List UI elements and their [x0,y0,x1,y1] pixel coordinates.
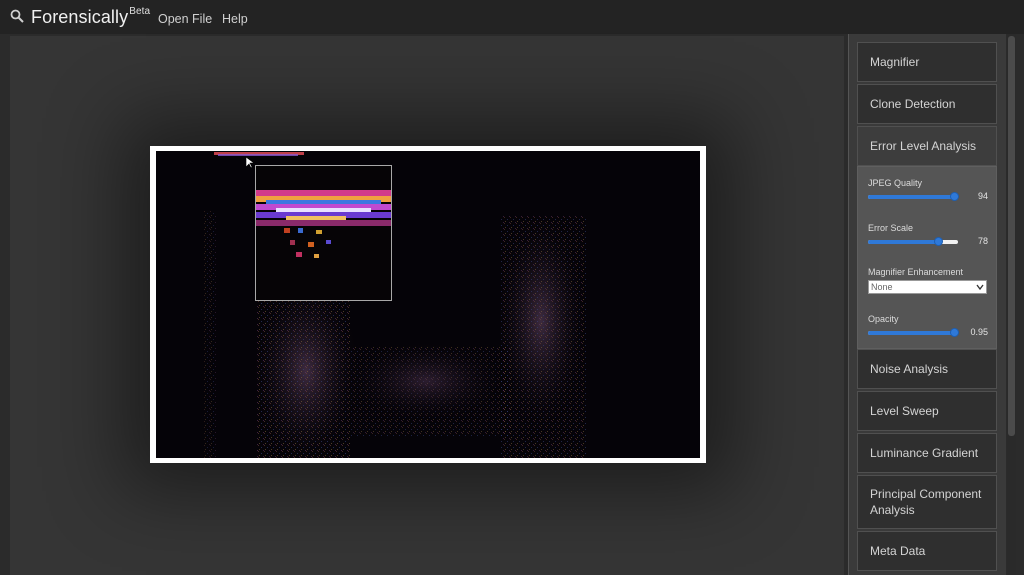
meta-data-label: Meta Data [870,544,926,558]
sidebar-scrollbar[interactable] [1007,34,1016,575]
image-frame [150,146,706,463]
jpeg-quality-label: JPEG Quality [868,178,923,188]
chevron-down-icon [976,284,984,291]
magnifier-lens [255,165,392,301]
jpeg-quality-thumb[interactable] [950,192,959,201]
magnifier-label: Magnifier [870,55,920,69]
cursor-arrow-icon [246,157,254,169]
meta-data-button[interactable]: Meta Data [857,531,997,571]
ela-settings-panel: JPEG Quality 94 Error Scale 78 Magnifier… [857,166,997,349]
opacity-thumb[interactable] [950,328,959,337]
open-file-link[interactable]: Open File [158,12,212,26]
jpeg-quality-value: 94 [977,191,988,201]
jpeg-quality-fill [868,195,954,199]
principal-component-analysis-button[interactable]: Principal Component Analysis [857,475,997,529]
tools-sidebar: Magnifier Clone Detection Error Level An… [848,34,1006,575]
app-title: ForensicallyBeta [31,6,151,28]
search-icon [10,9,24,23]
clone-detection-label: Clone Detection [870,97,956,111]
error-level-analysis-button[interactable]: Error Level Analysis [857,126,997,166]
error-scale-thumb[interactable] [934,237,943,246]
luminance-gradient-label: Luminance Gradient [870,446,979,460]
error-scale-value: 78 [977,236,988,246]
magnifier-enhancement-value: None [871,282,893,292]
principal-component-analysis-label: Principal Component Analysis [870,487,982,517]
help-link[interactable]: Help [222,12,248,26]
error-level-analysis-label: Error Level Analysis [870,139,977,153]
clone-detection-button[interactable]: Clone Detection [857,84,997,124]
noise-analysis-label: Noise Analysis [870,362,949,376]
opacity-label: Opacity [868,314,899,324]
noise-analysis-button[interactable]: Noise Analysis [857,349,997,389]
scrollbar-thumb[interactable] [1008,36,1015,436]
error-scale-slider[interactable] [868,237,958,246]
opacity-fill [868,331,955,335]
magnifier-button[interactable]: Magnifier [857,42,997,82]
beta-badge: Beta [129,6,151,17]
magnified-region [256,190,391,258]
ela-noise-visualization [204,152,586,458]
opacity-slider[interactable] [868,328,959,337]
error-scale-fill [868,240,938,244]
magnifier-enhancement-select[interactable]: None [868,280,987,294]
opacity-value: 0.95 [970,327,988,337]
ela-result-image[interactable] [156,151,700,458]
jpeg-quality-slider[interactable] [868,192,959,201]
app-name: Forensically [31,7,129,27]
magnifier-enhancement-label: Magnifier Enhancement [868,267,964,277]
luminance-gradient-button[interactable]: Luminance Gradient [857,433,997,473]
level-sweep-label: Level Sweep [870,404,939,418]
level-sweep-button[interactable]: Level Sweep [857,391,997,431]
error-scale-label: Error Scale [868,223,914,233]
top-bar: ForensicallyBeta Open File Help [0,0,1024,34]
